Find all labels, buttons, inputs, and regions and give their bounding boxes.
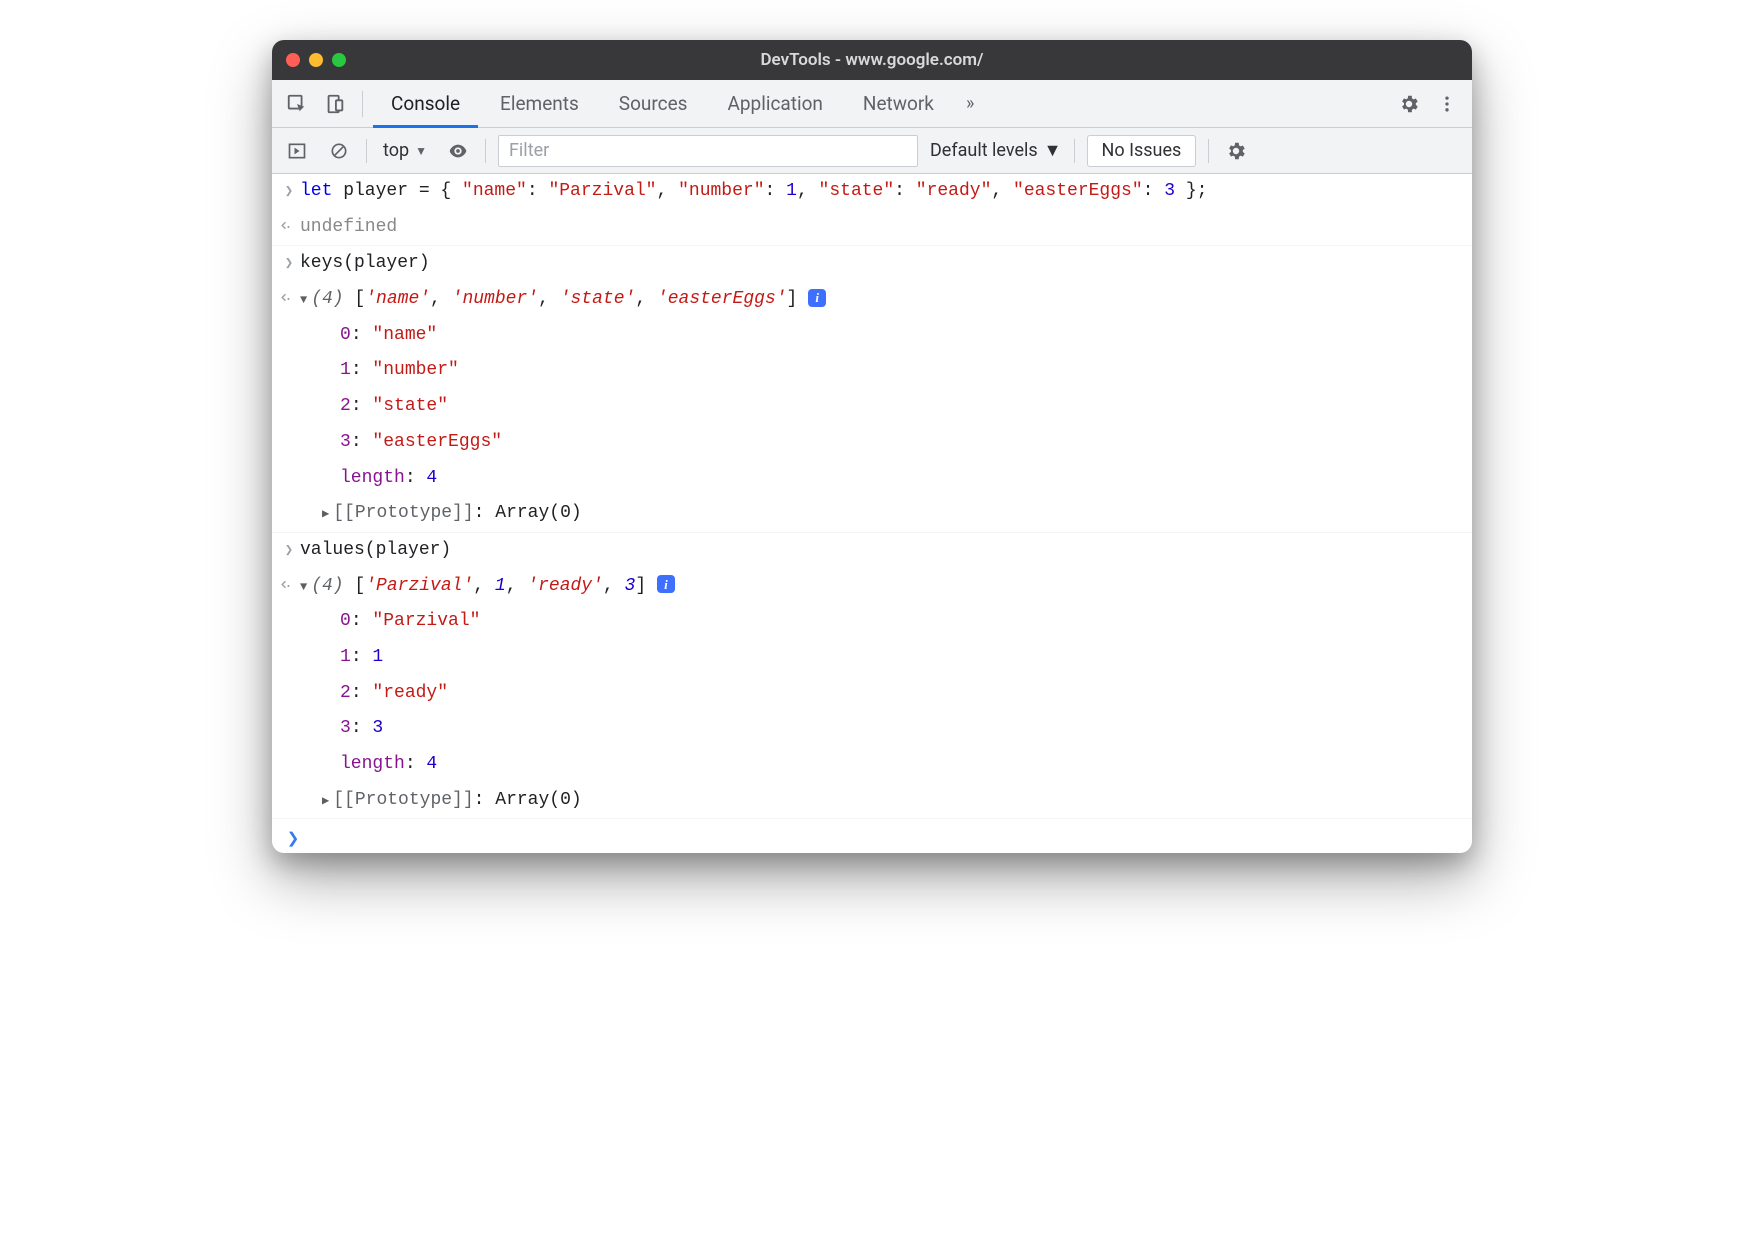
- console-row: 3: 3: [272, 711, 1472, 747]
- array-length: length: 4: [300, 750, 1462, 780]
- console-row: 1: 1: [272, 640, 1472, 676]
- console-input-line[interactable]: let player = { "name": "Parzival", "numb…: [300, 177, 1462, 207]
- console-output: ❯let player = { "name": "Parzival", "num…: [272, 174, 1472, 819]
- array-item[interactable]: 3: 3: [300, 714, 1462, 744]
- tab-console[interactable]: Console: [373, 80, 478, 128]
- console-row: length: 4: [272, 747, 1472, 783]
- console-row: ·▼(4) ['Parzival', 1, 'ready', 3] i: [272, 569, 1472, 605]
- disclosure-triangle-icon[interactable]: ▶: [322, 505, 329, 525]
- console-row: 1: "number": [272, 353, 1472, 389]
- sidebar-toggle-icon[interactable]: [282, 136, 312, 166]
- tab-sources[interactable]: Sources: [601, 80, 706, 128]
- console-row: length: 4: [272, 461, 1472, 497]
- window-title: DevTools - www.google.com/: [272, 50, 1472, 70]
- array-summary[interactable]: ▼(4) ['Parzival', 1, 'ready', 3] i: [300, 572, 1462, 602]
- disclosure-triangle-icon[interactable]: ▼: [300, 291, 307, 311]
- issues-label: No Issues: [1102, 140, 1182, 161]
- console-row: ❯values(player): [272, 533, 1472, 569]
- panel-tabbar: ConsoleElementsSourcesApplicationNetwork…: [272, 80, 1472, 128]
- array-item[interactable]: 2: "state": [300, 392, 1462, 422]
- console-row: ▶[[Prototype]]: Array(0): [272, 783, 1472, 820]
- minimize-window-button[interactable]: [309, 53, 323, 67]
- log-levels-selector[interactable]: Default levels ▼: [930, 140, 1062, 161]
- console-row: 2: "state": [272, 389, 1472, 425]
- console-row: 2: "ready": [272, 676, 1472, 712]
- console-settings-icon[interactable]: [1221, 136, 1251, 166]
- issues-button[interactable]: No Issues: [1087, 135, 1197, 167]
- array-item[interactable]: 1: 1: [300, 643, 1462, 673]
- close-window-button[interactable]: [286, 53, 300, 67]
- disclosure-triangle-icon[interactable]: ▶: [322, 792, 329, 812]
- levels-label: Default levels: [930, 140, 1038, 161]
- array-prototype[interactable]: ▶[[Prototype]]: Array(0): [300, 786, 1462, 816]
- array-summary[interactable]: ▼(4) ['name', 'number', 'state', 'easter…: [300, 285, 1462, 315]
- tab-application[interactable]: Application: [709, 80, 840, 128]
- devtools-window: DevTools - www.google.com/ ConsoleElemen…: [272, 40, 1472, 853]
- kebab-menu-icon[interactable]: [1430, 87, 1464, 121]
- console-row: 0: "Parzival": [272, 604, 1472, 640]
- inspect-element-icon[interactable]: [280, 87, 314, 121]
- titlebar: DevTools - www.google.com/: [272, 40, 1472, 80]
- filter-input[interactable]: Filter: [498, 135, 918, 167]
- console-row: ·undefined: [272, 210, 1472, 247]
- array-item[interactable]: 0: "name": [300, 321, 1462, 351]
- tab-network[interactable]: Network: [845, 80, 952, 128]
- clear-console-icon[interactable]: [324, 136, 354, 166]
- context-label: top: [383, 140, 409, 161]
- settings-icon[interactable]: [1392, 87, 1426, 121]
- array-prototype[interactable]: ▶[[Prototype]]: Array(0): [300, 499, 1462, 529]
- console-prompt-row[interactable]: ❯: [272, 819, 1472, 853]
- array-length: length: 4: [300, 464, 1462, 494]
- array-item[interactable]: 2: "ready": [300, 679, 1462, 709]
- separator: [1208, 139, 1209, 163]
- console-row: 3: "easterEggs": [272, 425, 1472, 461]
- separator: [1074, 139, 1075, 163]
- zoom-window-button[interactable]: [332, 53, 346, 67]
- execution-context-selector[interactable]: top ▼: [379, 140, 431, 161]
- device-toolbar-icon[interactable]: [318, 87, 352, 121]
- window-controls: [286, 53, 346, 67]
- console-row: ▶[[Prototype]]: Array(0): [272, 496, 1472, 533]
- console-row: ·▼(4) ['name', 'number', 'state', 'easte…: [272, 282, 1472, 318]
- console-input-line[interactable]: keys(player): [300, 249, 1462, 279]
- console-row: ❯keys(player): [272, 246, 1472, 282]
- info-badge-icon[interactable]: i: [657, 575, 675, 593]
- tab-elements[interactable]: Elements: [482, 80, 597, 128]
- console-row: ❯let player = { "name": "Parzival", "num…: [272, 174, 1472, 210]
- array-item[interactable]: 0: "Parzival": [300, 607, 1462, 637]
- dropdown-triangle-icon: ▼: [1044, 140, 1062, 161]
- disclosure-triangle-icon[interactable]: ▼: [300, 578, 307, 598]
- console-row: 0: "name": [272, 318, 1472, 354]
- console-output-line: undefined: [300, 213, 1462, 243]
- array-item[interactable]: 3: "easterEggs": [300, 428, 1462, 458]
- filter-placeholder: Filter: [509, 140, 549, 161]
- dropdown-triangle-icon: ▼: [415, 144, 427, 158]
- array-item[interactable]: 1: "number": [300, 356, 1462, 386]
- separator: [366, 139, 367, 163]
- separator: [362, 91, 363, 117]
- more-panels-button[interactable]: »: [956, 93, 984, 114]
- info-badge-icon[interactable]: i: [808, 289, 826, 307]
- console-toolbar: top ▼ Filter Default levels ▼ No Issues: [272, 128, 1472, 174]
- console-input-line[interactable]: values(player): [300, 536, 1462, 566]
- prompt-chevron-icon: ❯: [282, 825, 304, 847]
- live-expression-icon[interactable]: [443, 136, 473, 166]
- separator: [485, 139, 486, 163]
